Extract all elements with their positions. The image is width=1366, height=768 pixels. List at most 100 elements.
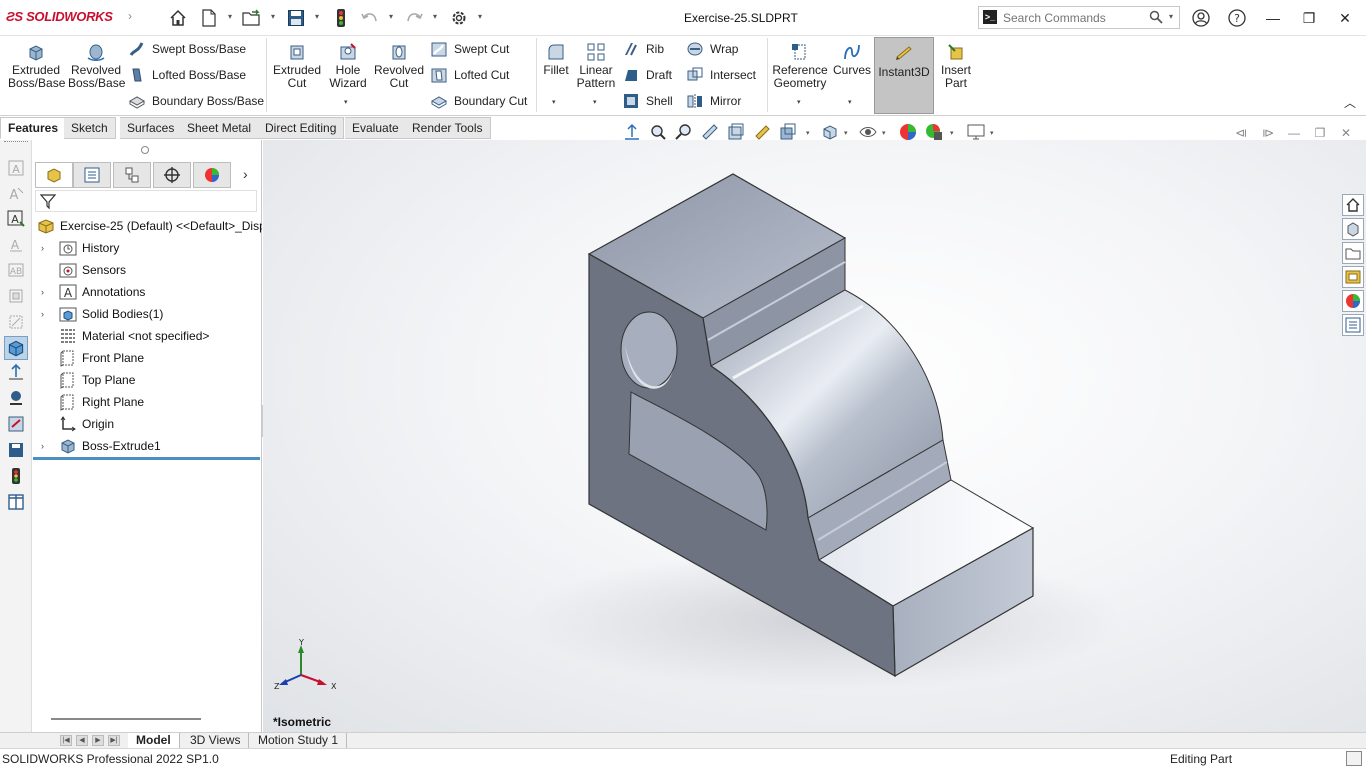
mass-properties-icon[interactable] — [6, 414, 26, 434]
minimize-window-icon[interactable]: — — [1260, 6, 1286, 30]
viewport-prev-icon[interactable]: ⧏ — [1232, 124, 1250, 142]
tree-item-history[interactable]: › History — [33, 237, 262, 259]
scene-dropdown-icon[interactable]: ▾ — [950, 129, 954, 137]
tab-3d-views[interactable]: 3D Views — [182, 733, 250, 748]
last-tab-arrow-icon[interactable]: ▶| — [108, 735, 120, 746]
part-model-isometric[interactable] — [263, 140, 1366, 732]
save-dropdown-icon[interactable]: ▾ — [315, 12, 319, 21]
tree-item-origin[interactable]: Origin — [33, 413, 262, 435]
hole-wizard-dropdown-icon[interactable]: ▾ — [344, 98, 348, 106]
draft-button[interactable]: Draft — [622, 65, 672, 85]
new-dropdown-icon[interactable]: ▾ — [228, 12, 232, 21]
revolved-boss-button[interactable]: Revolved Boss/Base — [68, 42, 125, 90]
hide-show-items-icon[interactable] — [858, 122, 878, 142]
tree-item-material[interactable]: Material <not specified> — [33, 325, 262, 347]
file-explorer-icon[interactable] — [1342, 242, 1364, 264]
hole-wizard-button[interactable]: Hole Wizard — [326, 42, 370, 90]
tree-item-top-plane[interactable]: Top Plane — [33, 369, 262, 391]
first-tab-arrow-icon[interactable]: |◀ — [60, 735, 72, 746]
zoom-to-area-icon[interactable] — [648, 122, 668, 142]
rib-button[interactable]: Rib — [622, 39, 664, 59]
note-icon[interactable]: A — [6, 184, 26, 204]
tree-root-part[interactable]: Exercise-25 (Default) <<Default>_Disp — [33, 215, 262, 237]
solidworks-logo[interactable]: ƧS SOLIDWORKS — [6, 9, 113, 24]
boundary-cut-button[interactable]: Boundary Cut — [430, 91, 527, 111]
annotation-icon[interactable]: A — [6, 208, 26, 228]
fillet-button[interactable]: Fillet — [540, 42, 572, 77]
insert-part-button[interactable]: Insert Part — [938, 42, 974, 90]
next-tab-arrow-icon[interactable]: ▶ — [92, 735, 104, 746]
panel-pin-icon[interactable] — [141, 146, 149, 154]
split-window-icon[interactable] — [6, 492, 26, 512]
design-library-icon[interactable] — [1342, 218, 1364, 240]
undo-dropdown-icon[interactable]: ▾ — [389, 12, 393, 21]
graphics-area[interactable]: Y X Z *Isometric — [263, 140, 1366, 732]
search-icon[interactable] — [1149, 10, 1163, 27]
fillet-dropdown-icon[interactable]: ▾ — [552, 98, 556, 106]
tree-item-right-plane[interactable]: Right Plane — [33, 391, 262, 413]
account-icon[interactable] — [1188, 6, 1214, 30]
options-gear-icon[interactable] — [449, 8, 469, 28]
curves-button[interactable]: Curves — [832, 42, 872, 77]
smart-dimension-icon[interactable]: A — [6, 158, 26, 178]
tab-display-manager[interactable] — [193, 162, 231, 188]
menu-expand-icon[interactable]: › — [128, 9, 132, 23]
monitor-dropdown-icon[interactable]: ▾ — [990, 129, 994, 137]
tree-item-annotations[interactable]: › A Annotations — [33, 281, 262, 303]
intersect-button[interactable]: Intersect — [686, 65, 756, 85]
tab-render-tools[interactable]: Render Tools — [405, 117, 491, 139]
new-document-icon[interactable] — [199, 8, 219, 28]
display-style-dropdown-icon[interactable]: ▾ — [806, 129, 810, 137]
wrap-button[interactable]: Wrap — [686, 39, 738, 59]
expand-arrow-icon[interactable]: › — [41, 309, 51, 319]
lofted-boss-button[interactable]: Lofted Boss/Base — [128, 65, 246, 85]
expand-arrow-icon[interactable]: › — [41, 441, 51, 451]
swept-boss-button[interactable]: Swept Boss/Base — [128, 39, 246, 59]
shell-button[interactable]: Shell — [622, 91, 673, 111]
rebuild-traffic-light-icon[interactable] — [331, 8, 351, 28]
search-dropdown-icon[interactable]: ▾ — [1169, 12, 1173, 21]
redo-dropdown-icon[interactable]: ▾ — [433, 12, 437, 21]
linear-pattern-button[interactable]: Linear Pattern — [574, 42, 618, 90]
collapse-ribbon-icon[interactable]: ︿ — [1344, 94, 1356, 111]
tab-motion-study-1[interactable]: Motion Study 1 — [250, 733, 348, 748]
rebuild-traffic-light-icon[interactable] — [6, 466, 26, 486]
lofted-cut-button[interactable]: Lofted Cut — [430, 65, 509, 85]
weld-symbol-icon[interactable] — [6, 286, 26, 306]
redo-icon[interactable] — [404, 8, 424, 28]
custom-properties-icon[interactable] — [1342, 314, 1364, 336]
hide-show-dropdown-icon[interactable]: ▾ — [882, 129, 886, 137]
open-dropdown-icon[interactable]: ▾ — [271, 12, 275, 21]
tab-direct-editing[interactable]: Direct Editing — [258, 117, 345, 139]
tab-configuration-manager[interactable] — [113, 162, 151, 188]
options-dropdown-icon[interactable]: ▾ — [478, 12, 482, 21]
save-icon[interactable] — [6, 440, 26, 460]
extruded-boss-button[interactable]: Extruded Boss/Base — [8, 42, 65, 90]
tree-filter-box[interactable] — [35, 190, 257, 212]
swept-cut-button[interactable]: Swept Cut — [430, 39, 509, 59]
viewport-next-icon[interactable]: ⧐ — [1259, 124, 1277, 142]
linear-pattern-dropdown-icon[interactable]: ▾ — [593, 98, 597, 106]
undo-icon[interactable] — [360, 8, 380, 28]
tree-item-solid-bodies[interactable]: › Solid Bodies(1) — [33, 303, 262, 325]
tree-item-front-plane[interactable]: Front Plane — [33, 347, 262, 369]
viewport-minimize-icon[interactable]: — — [1285, 124, 1303, 142]
expand-arrow-icon[interactable]: › — [41, 243, 51, 253]
normal-to-icon[interactable] — [6, 362, 26, 382]
view-palette-icon[interactable] — [1342, 266, 1364, 288]
apply-scene-icon[interactable] — [924, 122, 944, 142]
curves-dropdown-icon[interactable]: ▾ — [848, 98, 852, 106]
expand-arrow-icon[interactable]: › — [41, 287, 51, 297]
edit-appearance-icon[interactable] — [898, 122, 918, 142]
panel-horizontal-scrollbar[interactable] — [51, 718, 201, 720]
previous-view-icon[interactable] — [674, 122, 694, 142]
view-monitor-icon[interactable] — [966, 122, 986, 142]
extruded-cut-button[interactable]: Extruded Cut — [270, 42, 324, 90]
surface-finish-icon[interactable]: A — [6, 234, 26, 254]
view-orientation-cube-icon[interactable] — [4, 336, 28, 360]
tree-item-sensors[interactable]: Sensors — [33, 259, 262, 281]
tab-sketch[interactable]: Sketch — [64, 117, 116, 139]
tab-sheet-metal[interactable]: Sheet Metal — [180, 117, 260, 139]
home-icon[interactable] — [168, 8, 188, 28]
zoom-to-fit-icon[interactable] — [622, 122, 642, 142]
